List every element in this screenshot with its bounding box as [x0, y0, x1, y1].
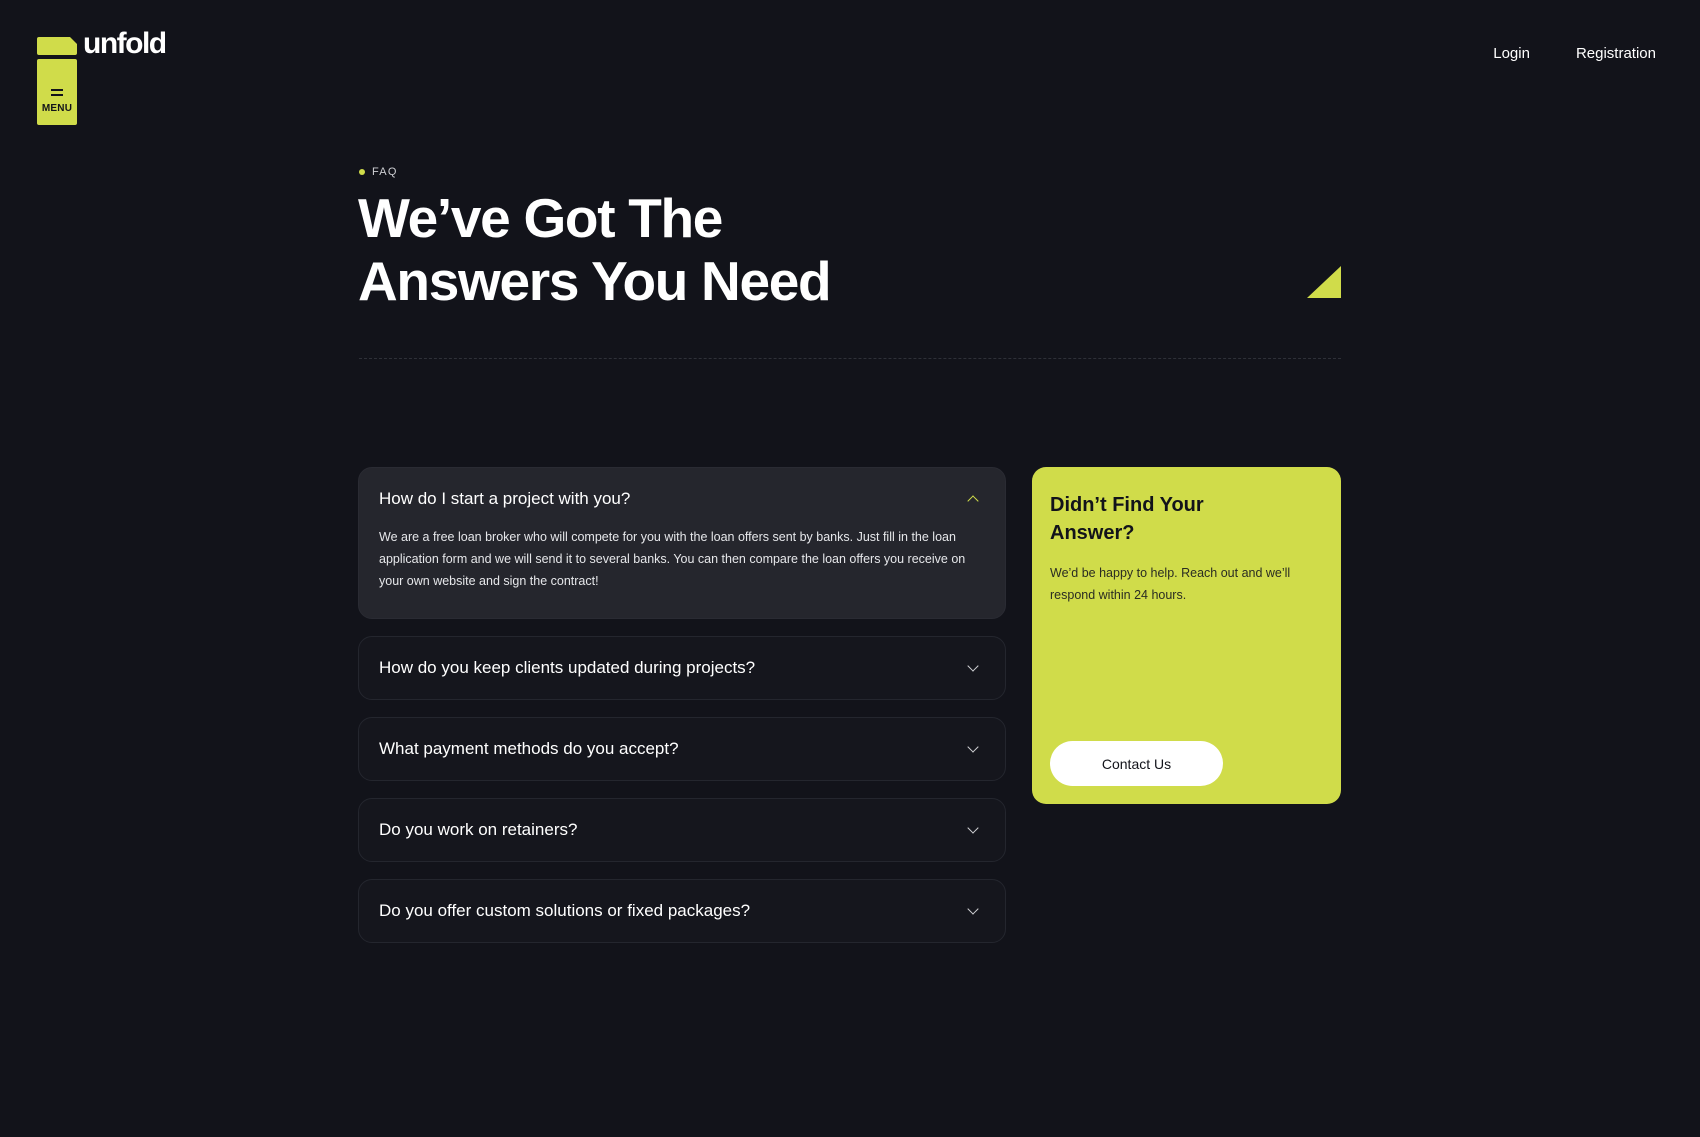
- cta-text: We’d be happy to help. Reach out and we’…: [1050, 566, 1291, 602]
- faq-question: Do you work on retainers?: [379, 820, 578, 839]
- faq-question: How do I start a project with you?: [379, 489, 631, 508]
- faq-page: unfold MENU Login Registration FAQ We’ve…: [0, 0, 1700, 1137]
- dashed-divider: [359, 358, 1341, 359]
- faq-item-header[interactable]: Do you work on retainers?: [359, 799, 1005, 861]
- cta-title: Didn’t Find Your Answer?: [1050, 494, 1204, 544]
- faq-item[interactable]: How do I start a project with you? We ar…: [358, 467, 1006, 619]
- faq-question: Do you offer custom solutions or fixed p…: [379, 901, 751, 920]
- menu-button[interactable]: MENU: [37, 59, 77, 125]
- faq-answer: We are a free loan broker who will compe…: [379, 530, 966, 588]
- chevron-up-icon[interactable]: [967, 495, 979, 507]
- contact-cta-card: Didn’t Find Your Answer? We’d be happy t…: [1032, 467, 1341, 804]
- logo-mark-icon: [37, 37, 77, 55]
- chevron-down-icon[interactable]: [967, 903, 979, 915]
- login-link[interactable]: Login: [1493, 45, 1530, 62]
- top-nav: Login Registration: [1493, 45, 1656, 62]
- page-title: We’ve Got The Answers You Need: [358, 187, 918, 313]
- logo[interactable]: unfold: [37, 27, 167, 60]
- hamburger-icon: [51, 88, 63, 96]
- registration-link[interactable]: Registration: [1576, 45, 1656, 62]
- chevron-down-icon[interactable]: [967, 741, 979, 753]
- page-title-line-2: Answers You Need: [358, 250, 832, 312]
- decorative-triangle-icon: [1307, 266, 1341, 298]
- faq-item[interactable]: How do you keep clients updated during p…: [358, 636, 1006, 700]
- faq-item-header[interactable]: How do I start a project with you?: [359, 468, 1005, 530]
- faq-item[interactable]: What payment methods do you accept?: [358, 717, 1006, 781]
- eyebrow-dot-icon: [359, 169, 365, 175]
- faq-question: What payment methods do you accept?: [379, 739, 679, 758]
- faq-item[interactable]: Do you offer custom solutions or fixed p…: [358, 879, 1006, 943]
- faq-item-header[interactable]: How do you keep clients updated during p…: [359, 637, 1005, 699]
- chevron-down-icon[interactable]: [967, 660, 979, 672]
- eyebrow-label: FAQ: [372, 166, 398, 178]
- faq-question: How do you keep clients updated during p…: [379, 658, 756, 677]
- chevron-down-icon[interactable]: [967, 822, 979, 834]
- faq-item[interactable]: Do you work on retainers?: [358, 798, 1006, 862]
- logo-text: unfold: [83, 27, 167, 60]
- faq-eyebrow: FAQ: [359, 166, 398, 178]
- contact-us-button[interactable]: Contact Us: [1050, 741, 1223, 786]
- faq-accordion: How do I start a project with you? We ar…: [358, 467, 1006, 943]
- menu-label: MENU: [41, 102, 73, 114]
- page-title-line-1: We’ve Got The: [358, 187, 723, 249]
- faq-item-header[interactable]: What payment methods do you accept?: [359, 718, 1005, 780]
- faq-item-header[interactable]: Do you offer custom solutions or fixed p…: [359, 880, 1005, 942]
